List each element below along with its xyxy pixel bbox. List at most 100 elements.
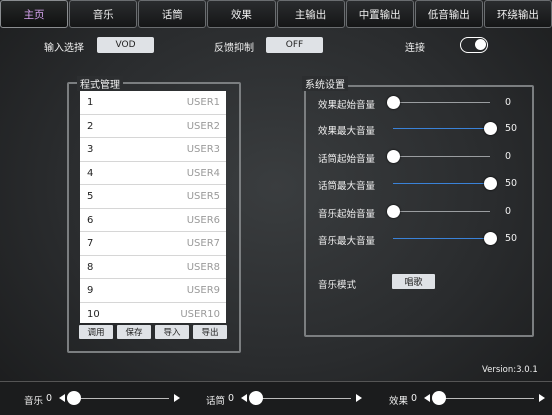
mic-volume-label: 话筒: [206, 396, 226, 407]
feedback-suppress-button[interactable]: OFF: [266, 37, 323, 53]
system-slider-label: 话筒起始音量: [318, 154, 376, 165]
list-item[interactable]: 1 USER1: [80, 91, 226, 115]
system-slider-row: 话筒起始音量 0: [318, 148, 528, 166]
system-slider-row: 效果最大音量 50: [318, 120, 528, 138]
effect-volume-knob[interactable]: [432, 391, 446, 405]
system-slider-label: 音乐最大音量: [318, 236, 376, 247]
music-increase-icon[interactable]: [174, 394, 180, 402]
list-item[interactable]: 5 USER5: [80, 185, 226, 209]
music-mode-button[interactable]: 唱歌: [392, 274, 435, 289]
toggle-knob: [475, 39, 486, 50]
item-number: 8: [87, 261, 94, 273]
input-select-button[interactable]: VOD: [97, 37, 154, 53]
system-slider-track[interactable]: [393, 183, 490, 184]
system-slider-row: 话筒最大音量 50: [318, 175, 528, 193]
system-slider-track[interactable]: [393, 211, 490, 212]
item-name: USER8: [186, 261, 220, 273]
system-slider-knob[interactable]: [484, 122, 497, 135]
system-slider-knob[interactable]: [387, 150, 400, 163]
system-slider-label: 效果最大音量: [318, 126, 376, 137]
list-item[interactable]: 4 USER4: [80, 162, 226, 185]
top-controls: 输入选择 VOD 反馈抑制 OFF 连接: [0, 37, 552, 55]
tab-bar: 主页 音乐 话筒 效果 主输出 中置输出 低音输出 环绕输出: [0, 0, 552, 30]
system-slider-knob[interactable]: [484, 177, 497, 190]
list-item[interactable]: 3 USER3: [80, 138, 226, 162]
item-name: USER7: [186, 238, 220, 249]
system-slider-knob[interactable]: [387, 205, 400, 218]
system-slider-value: 0: [505, 151, 512, 162]
connect-toggle[interactable]: [460, 37, 488, 53]
item-number: 2: [87, 120, 94, 132]
system-slider-row: 效果起始音量 0: [318, 94, 528, 112]
tab-surround-output[interactable]: 环绕输出: [483, 0, 552, 28]
list-item[interactable]: 2 USER2: [80, 115, 226, 138]
tab-music[interactable]: 音乐: [69, 0, 138, 28]
list-item[interactable]: 8 USER8: [80, 256, 226, 279]
program-list[interactable]: 1 USER1 2 USER2 3 USER3 4 USER4 5 USER5 6 USER…: [80, 91, 226, 323]
system-slider-knob[interactable]: [484, 232, 497, 245]
item-number: 5: [87, 191, 94, 202]
system-slider-value: 50: [505, 178, 518, 189]
item-number: 9: [87, 285, 94, 296]
system-slider-knob[interactable]: [387, 96, 400, 109]
export-button[interactable]: 导出: [193, 325, 227, 339]
system-slider-fill: [393, 238, 490, 239]
system-slider-row: 音乐最大音量 50: [318, 230, 528, 248]
item-number: 4: [87, 167, 94, 179]
mic-volume-track[interactable]: [256, 398, 351, 399]
item-name: USER3: [186, 144, 220, 155]
tab-sub-output[interactable]: 低音输出: [414, 0, 483, 28]
mic-volume-value: 0: [228, 393, 235, 404]
list-item[interactable]: 6 USER6: [80, 209, 226, 232]
music-volume-knob[interactable]: [67, 391, 81, 405]
program-panel-title: 程式管理: [77, 76, 123, 91]
system-slider-value: 0: [505, 206, 512, 217]
bottom-volume-bar: 音乐 0 话筒 0 效果 0: [0, 381, 552, 415]
system-slider-fill: [393, 128, 490, 129]
tab-mic[interactable]: 话筒: [138, 0, 207, 28]
system-slider-value: 50: [505, 233, 518, 244]
system-slider-value: 0: [505, 97, 512, 108]
mic-increase-icon[interactable]: [356, 394, 362, 402]
music-volume-value: 0: [46, 393, 53, 404]
item-name: USER2: [186, 120, 220, 132]
mic-volume-group: 话筒 0: [206, 382, 366, 415]
tab-home[interactable]: 主页: [0, 0, 69, 28]
list-item[interactable]: 7 USER7: [80, 232, 226, 256]
effect-decrease-icon[interactable]: [424, 394, 430, 402]
item-name: USER1: [186, 97, 220, 108]
import-button[interactable]: 导入: [155, 325, 189, 339]
music-mode-label: 音乐模式: [318, 280, 357, 291]
tab-main-output[interactable]: 主输出: [276, 0, 345, 28]
system-slider-fill: [393, 183, 490, 184]
system-slider-track[interactable]: [393, 156, 490, 157]
effect-increase-icon[interactable]: [539, 394, 545, 402]
app-root: 主页 音乐 话筒 效果 主输出 中置输出 低音输出 环绕输出 输入选择 VOD …: [0, 0, 552, 415]
save-button[interactable]: 保存: [117, 325, 151, 339]
music-volume-group: 音乐 0: [24, 382, 184, 415]
tab-effect[interactable]: 效果: [207, 0, 276, 28]
list-item[interactable]: 9 USER9: [80, 279, 226, 303]
mic-volume-knob[interactable]: [249, 391, 263, 405]
system-panel-title: 系统设置: [302, 76, 348, 91]
item-name: USER5: [186, 191, 220, 202]
input-select-label: 输入选择: [44, 43, 84, 54]
item-number: 10: [87, 308, 100, 320]
music-volume-track[interactable]: [74, 398, 169, 399]
tab-center-output[interactable]: 中置输出: [345, 0, 414, 28]
system-slider-label: 音乐起始音量: [318, 209, 376, 220]
effect-volume-track[interactable]: [439, 398, 534, 399]
effect-volume-value: 0: [411, 393, 418, 404]
system-slider-track[interactable]: [393, 102, 490, 103]
system-slider-track[interactable]: [393, 238, 490, 239]
music-decrease-icon[interactable]: [59, 394, 65, 402]
feedback-suppress-label: 反馈抑制: [214, 43, 254, 54]
system-slider-row: 音乐起始音量 0: [318, 203, 528, 221]
list-item[interactable]: 10 USER10: [80, 303, 226, 324]
mic-decrease-icon[interactable]: [241, 394, 247, 402]
item-number: 3: [87, 144, 94, 155]
recall-button[interactable]: 调用: [79, 325, 113, 339]
item-name: USER9: [186, 285, 220, 296]
item-name: USER10: [180, 308, 220, 320]
system-slider-track[interactable]: [393, 128, 490, 129]
